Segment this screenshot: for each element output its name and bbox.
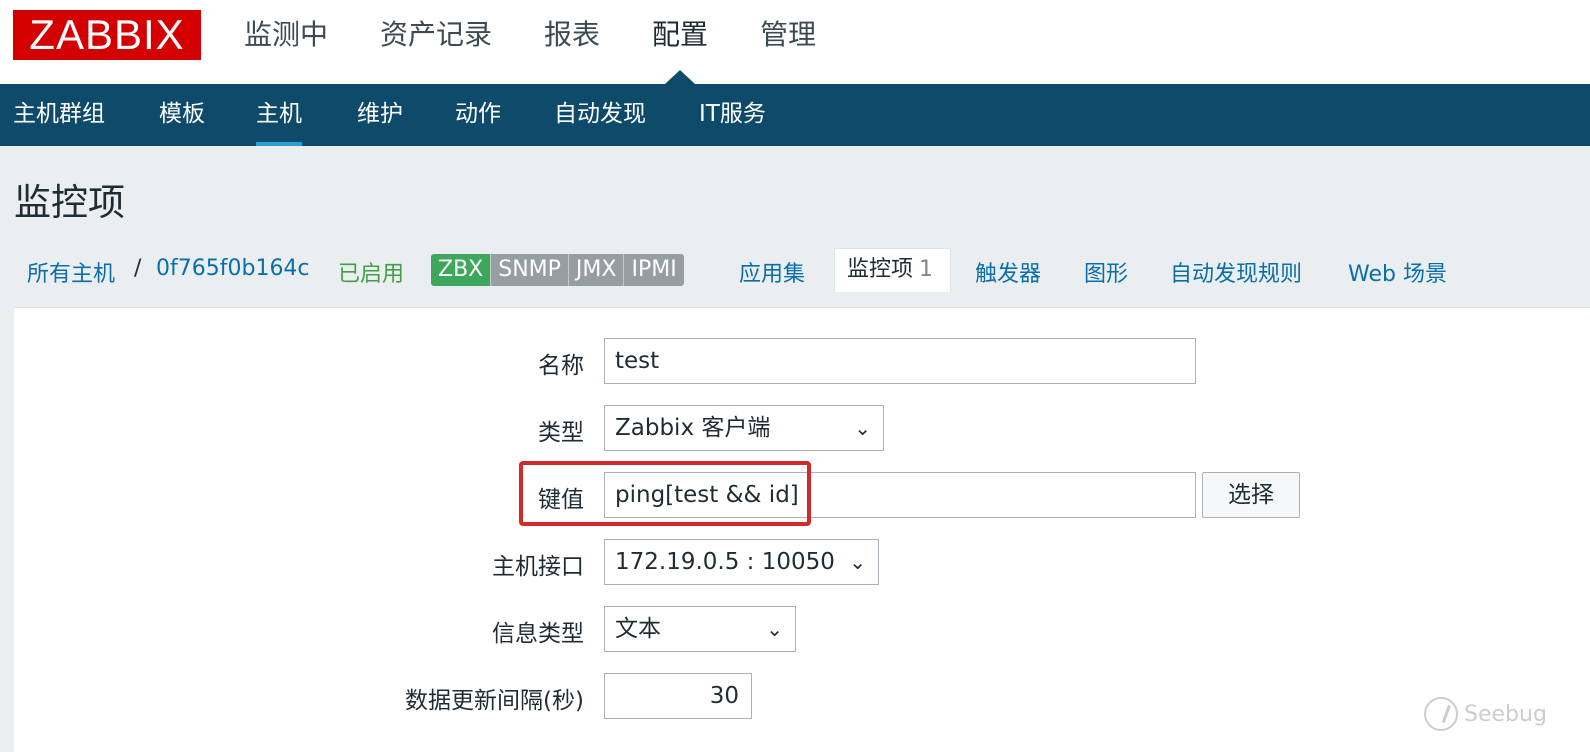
tab-discovery-rules[interactable]: 自动发现规则	[1170, 256, 1302, 288]
submenu-maintenance[interactable]: 维护	[357, 84, 403, 146]
submenu-actions[interactable]: 动作	[455, 84, 501, 146]
zabbix-logo[interactable]: ZABBIX	[13, 10, 201, 60]
breadcrumb-separator: /	[134, 256, 142, 281]
submenu-it-services[interactable]: IT服务	[699, 84, 766, 146]
menu-administration[interactable]: 管理	[760, 0, 816, 70]
host-nav: 所有主机 / 0f765f0b164c 已启用 ZBX SNMP JMX IPM…	[0, 248, 1590, 294]
interface-select[interactable]: 172.19.0.5 : 10050 ⌄	[604, 539, 879, 585]
tab-items[interactable]: 监控项 1	[834, 248, 951, 292]
type-select-value: Zabbix 客户端	[615, 415, 771, 441]
badge-zbx: ZBX	[431, 254, 492, 286]
type-select[interactable]: Zabbix 客户端 ⌄	[604, 405, 884, 451]
host-status[interactable]: 已启用	[338, 256, 404, 288]
interval-label: 数据更新间隔(秒)	[405, 688, 584, 714]
menu-monitoring[interactable]: 监测中	[244, 0, 328, 70]
main-menu: 监测中 资产记录 报表 配置 管理	[244, 0, 868, 84]
chevron-down-icon: ⌄	[854, 416, 871, 440]
type-label: 类型	[538, 420, 584, 446]
menu-configuration[interactable]: 配置	[652, 0, 708, 84]
tab-applications[interactable]: 应用集	[739, 256, 805, 288]
name-label: 名称	[538, 353, 584, 379]
breadcrumb-all-hosts[interactable]: 所有主机	[27, 256, 115, 288]
tab-triggers[interactable]: 触发器	[975, 256, 1041, 288]
key-highlight-box	[519, 461, 811, 526]
info-type-select[interactable]: 文本 ⌄	[604, 606, 796, 652]
availability-badges: ZBX SNMP JMX IPMI	[431, 254, 684, 286]
page-title: 监控项	[14, 181, 125, 224]
tab-graphs[interactable]: 图形	[1084, 256, 1128, 288]
tab-items-count: 1	[919, 257, 934, 282]
menu-inventory[interactable]: 资产记录	[380, 0, 492, 70]
submenu-templates[interactable]: 模板	[159, 84, 205, 146]
name-input[interactable]: test	[604, 338, 1196, 384]
info-type-select-value: 文本	[615, 616, 661, 642]
badge-snmp: SNMP	[491, 254, 569, 286]
tab-web-scenarios[interactable]: Web 场景	[1348, 256, 1447, 288]
watermark-text: Seebug	[1464, 701, 1547, 727]
badge-ipmi: IPMI	[624, 254, 684, 286]
sub-menu: 主机群组 模板 主机 维护 动作 自动发现 IT服务	[0, 84, 1590, 146]
submenu-discovery[interactable]: 自动发现	[554, 84, 646, 146]
watermark: Seebug	[1424, 694, 1547, 734]
interface-label: 主机接口	[492, 554, 584, 580]
submenu-hosts[interactable]: 主机	[256, 84, 302, 146]
top-header: ZABBIX 监测中 资产记录 报表 配置 管理	[0, 0, 1590, 84]
badge-jmx: JMX	[568, 254, 625, 286]
chevron-down-icon: ⌄	[766, 617, 783, 641]
menu-reports[interactable]: 报表	[544, 0, 600, 70]
interface-select-value: 172.19.0.5 : 10050	[615, 549, 835, 575]
interval-input[interactable]: 30	[604, 673, 752, 719]
tab-items-label: 监控项	[847, 257, 914, 282]
seebug-logo-icon	[1424, 697, 1458, 731]
select-key-button[interactable]: 选择	[1202, 472, 1300, 518]
chevron-down-icon: ⌄	[849, 550, 866, 574]
breadcrumb-host[interactable]: 0f765f0b164c	[156, 256, 310, 281]
info-type-label: 信息类型	[492, 621, 584, 647]
submenu-host-groups[interactable]: 主机群组	[13, 84, 105, 146]
